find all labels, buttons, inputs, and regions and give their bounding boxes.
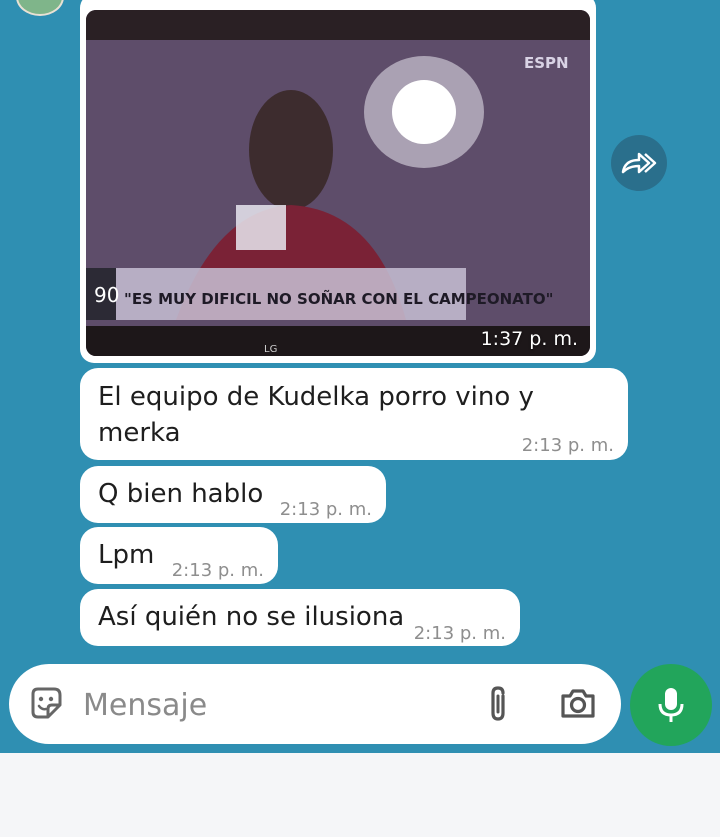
message-time: 2:13 p. m. [521, 435, 614, 456]
forward-icon [621, 152, 657, 174]
message-text: Así quién no se ilusiona [98, 602, 405, 632]
message-time: 2:13 p. m. [171, 560, 264, 581]
voice-record-button[interactable] [630, 664, 712, 746]
camera-icon[interactable] [559, 686, 597, 724]
message-bubble[interactable]: Así quién no se ilusiona 2:13 p. m. [80, 589, 520, 646]
message-text: El equipo de Kudelka porro vino y merka [98, 382, 534, 448]
paperclip-icon[interactable] [483, 684, 513, 728]
message-text: Q bien hablo [98, 479, 264, 509]
avatar[interactable] [16, 0, 64, 16]
bottom-area [0, 753, 720, 837]
message-input[interactable] [81, 682, 465, 728]
message-time: 2:13 p. m. [413, 623, 506, 644]
image-message-photo[interactable]: 90 "ES MUY DIFICIL NO SOÑAR CON EL CAMPE… [86, 10, 590, 356]
message-time: 2:13 p. m. [279, 499, 372, 520]
message-bubble[interactable]: Q bien hablo 2:13 p. m. [80, 466, 386, 523]
chat-area[interactable]: 90 "ES MUY DIFICIL NO SOÑAR CON EL CAMPE… [0, 0, 720, 753]
tv-minute: 90 [94, 283, 119, 307]
mic-icon [658, 688, 684, 722]
message-composer [9, 664, 621, 744]
message-bubble[interactable]: El equipo de Kudelka porro vino y merka … [80, 368, 628, 460]
tv-brand: LG [264, 344, 277, 355]
message-bubble[interactable]: Lpm 2:13 p. m. [80, 527, 278, 584]
tv-photo-illustration: 90 "ES MUY DIFICIL NO SOÑAR CON EL CAMPE… [86, 10, 590, 356]
message-text: Lpm [98, 540, 155, 570]
sticker-icon[interactable] [27, 684, 65, 726]
tv-logo: ESPN [524, 54, 569, 72]
message-time: 1:37 p. m. [480, 328, 578, 350]
forward-button[interactable] [611, 135, 667, 191]
tv-caption: "ES MUY DIFICIL NO SOÑAR CON EL CAMPEONA… [124, 289, 553, 308]
